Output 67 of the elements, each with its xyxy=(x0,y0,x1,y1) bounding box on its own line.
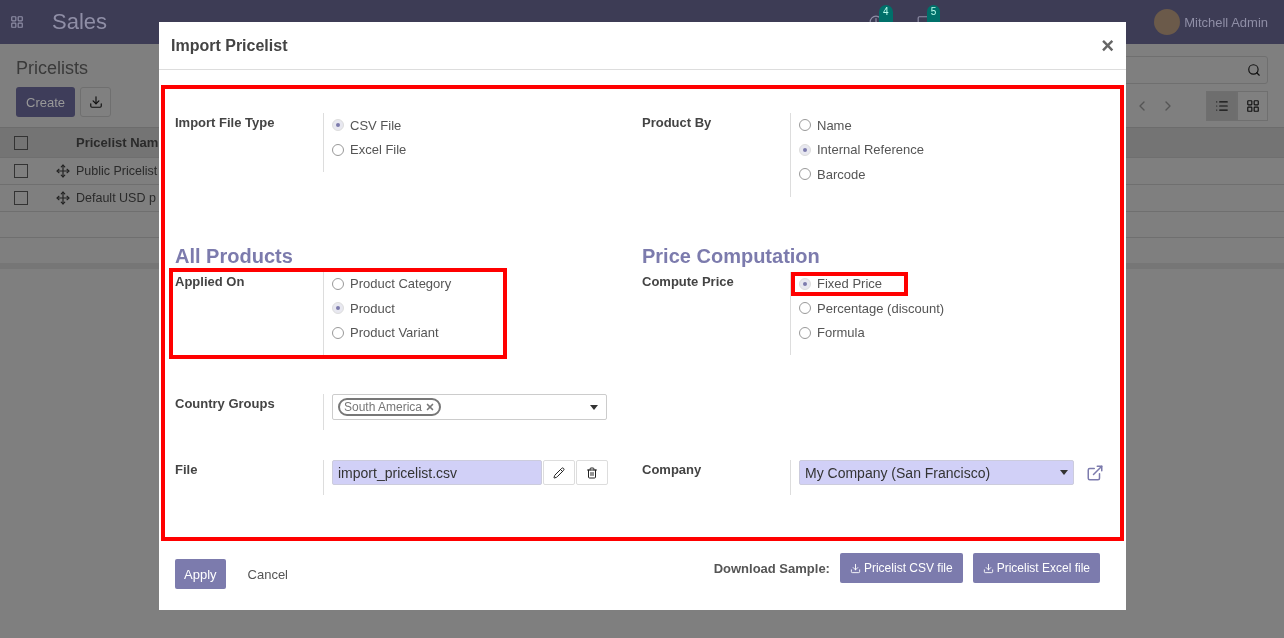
option-label: Product Category xyxy=(350,276,452,292)
table-cell: Default USD p xyxy=(76,191,156,205)
field-label: Compute Price xyxy=(642,272,735,291)
download-icon xyxy=(849,562,861,574)
cancel-button[interactable]: Cancel xyxy=(241,566,294,582)
download-button[interactable]: Pricelist CSV file xyxy=(839,553,963,583)
remove-icon[interactable] xyxy=(425,402,436,412)
option-label: Percentage (discount) xyxy=(817,300,945,316)
option-label: Product xyxy=(350,300,395,316)
company-select[interactable]: My Company (San Francisco) xyxy=(799,460,1074,485)
option-label: Name xyxy=(817,117,852,133)
download-sample-label: Download Sample: xyxy=(713,560,830,576)
download-icon xyxy=(88,95,103,109)
option-label: Barcode xyxy=(817,166,866,182)
field-label: Import File Type xyxy=(175,114,276,132)
download-button[interactable] xyxy=(80,87,112,117)
radio-button[interactable] xyxy=(332,326,344,339)
drag-handle-icon[interactable] xyxy=(56,164,70,178)
checkbox[interactable] xyxy=(14,191,28,205)
user-name[interactable]: Mitchell Admin xyxy=(1184,14,1268,30)
search-icon xyxy=(1247,63,1261,77)
field-label: Company xyxy=(642,461,703,479)
option-label: Fixed Price xyxy=(817,276,883,292)
field-label: Product By xyxy=(642,114,713,132)
option-label: Internal Reference xyxy=(817,142,924,158)
radio-button[interactable] xyxy=(332,143,344,156)
section-heading: Price Computation xyxy=(642,244,821,268)
delete-button[interactable] xyxy=(576,460,608,485)
radio-button[interactable] xyxy=(799,302,811,315)
option-label: CSV File xyxy=(350,117,402,133)
radio-button[interactable] xyxy=(799,326,811,339)
radio-button[interactable] xyxy=(799,119,811,132)
checkbox[interactable] xyxy=(14,135,28,150)
dialog-title: Import Pricelist xyxy=(171,36,288,55)
field-label: Country Groups xyxy=(175,395,276,413)
checkbox[interactable] xyxy=(14,164,28,178)
apply-button[interactable]: Apply xyxy=(175,559,226,589)
app-name: Sales xyxy=(52,9,108,35)
option-label: Excel File xyxy=(350,142,407,158)
file-field[interactable]: import_pricelist.csv xyxy=(332,460,542,485)
field-label: Applied On xyxy=(175,272,246,291)
grid-icon xyxy=(1245,99,1260,113)
table-cell: Public Pricelist xyxy=(76,164,158,178)
page-title: Pricelists xyxy=(16,58,88,79)
apps-icon[interactable] xyxy=(10,15,24,29)
option-label: Formula xyxy=(817,325,865,341)
download-button[interactable]: Pricelist Excel file xyxy=(972,553,1100,583)
external-link-icon[interactable] xyxy=(1086,463,1104,482)
radio-button[interactable] xyxy=(332,277,344,290)
caret-icon xyxy=(590,404,598,410)
trash-icon xyxy=(586,466,598,479)
drag-handle-icon[interactable] xyxy=(56,191,70,205)
download-icon xyxy=(982,562,994,574)
radio-button[interactable] xyxy=(799,168,811,181)
kanban-view-button[interactable] xyxy=(1237,91,1268,121)
option-label: Product Variant xyxy=(350,325,439,341)
section-heading: All Products xyxy=(175,244,294,268)
list-icon xyxy=(1214,99,1229,113)
tags-field[interactable]: South America xyxy=(332,394,607,420)
field-label: File xyxy=(175,461,199,479)
tag: South America xyxy=(338,398,442,416)
edit-button[interactable] xyxy=(543,460,575,485)
close-button[interactable]: × xyxy=(1101,34,1114,57)
column-header[interactable]: Pricelist Nam xyxy=(76,135,159,150)
pencil-icon xyxy=(553,466,565,479)
create-button[interactable]: Create xyxy=(16,87,76,117)
list-view-button[interactable] xyxy=(1206,91,1237,121)
